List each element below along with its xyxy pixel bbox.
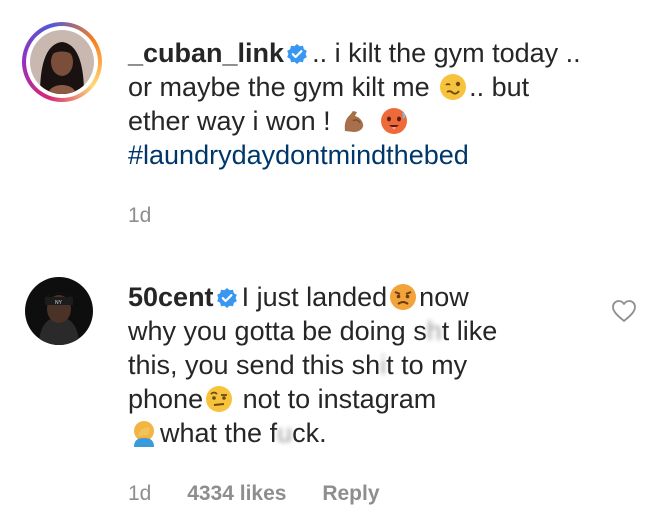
- verified-badge-icon: [216, 288, 237, 308]
- comment-2-timestamp[interactable]: 1d: [128, 482, 151, 505]
- angry-face-emoji-icon: [390, 284, 417, 310]
- comment-2-text-line3a: this, you send this sh: [128, 350, 381, 380]
- story-ring: [22, 22, 102, 102]
- comment-2-censored-char: h: [426, 316, 442, 346]
- comment-2-text-line3b: t to my: [386, 350, 468, 380]
- comment-1-meta: 1d: [128, 204, 181, 228]
- comment-2-text-line2a: why you gotta be doing s: [128, 316, 427, 346]
- avatar-cuban-link[interactable]: [22, 22, 102, 102]
- comment-2-meta: 1d 4334 likes Reply: [128, 482, 410, 506]
- comment-1-username[interactable]: _cuban_link: [128, 38, 284, 68]
- comment-1-body: _cuban_link .. i kilt the gym today .. or…: [128, 36, 581, 172]
- avatar-50cent[interactable]: NY: [25, 277, 93, 345]
- comment-1-timestamp[interactable]: 1d: [128, 204, 151, 227]
- comment-1-text-line3: ether way i won !: [128, 106, 331, 136]
- comment-1-text-line1: .. i kilt the gym today ..: [312, 38, 581, 68]
- face-with-raised-eyebrow-emoji-icon: [206, 386, 233, 412]
- comment-1-hashtag[interactable]: #laundrydaydontmindthebed: [128, 138, 581, 172]
- comment-2-body: 50cent I just landed now why you gotta be …: [128, 280, 497, 450]
- profile-photo-icon: NY: [25, 277, 93, 345]
- hot-face-emoji-icon: [380, 108, 407, 134]
- comment-2-username[interactable]: 50cent: [128, 282, 214, 312]
- comment-1-text-line2b: .. but: [469, 72, 530, 102]
- comment-2-text-line4b: not to instagram: [242, 384, 437, 414]
- flexed-biceps-emoji-icon: [344, 111, 364, 132]
- comment-2-censored-char: i: [380, 350, 387, 380]
- comment-2-likes-count[interactable]: 4334 likes: [187, 482, 286, 505]
- heart-outline-icon[interactable]: [611, 299, 637, 323]
- man-facepalming-emoji-icon: [134, 421, 154, 447]
- verified-badge-icon: [287, 44, 307, 64]
- profile-photo-icon: [30, 30, 94, 94]
- comment-2-text-line4a: phone: [128, 384, 204, 414]
- comment-2-censored-char: u: [277, 418, 293, 448]
- woozy-face-emoji-icon: [440, 74, 467, 100]
- comment-2-text-line1b: now: [419, 282, 469, 312]
- comment-2-text-line2b: t like: [441, 316, 498, 346]
- comment-1-text-line2a: or maybe the gym kilt me: [128, 72, 430, 102]
- comment-2-text-line5a: what the f: [160, 418, 278, 448]
- svg-text:NY: NY: [55, 300, 63, 306]
- reply-button[interactable]: Reply: [322, 482, 379, 505]
- comment-2-text-line5b: ck.: [292, 418, 327, 448]
- comment-2-text-line1a: I just landed: [241, 282, 388, 312]
